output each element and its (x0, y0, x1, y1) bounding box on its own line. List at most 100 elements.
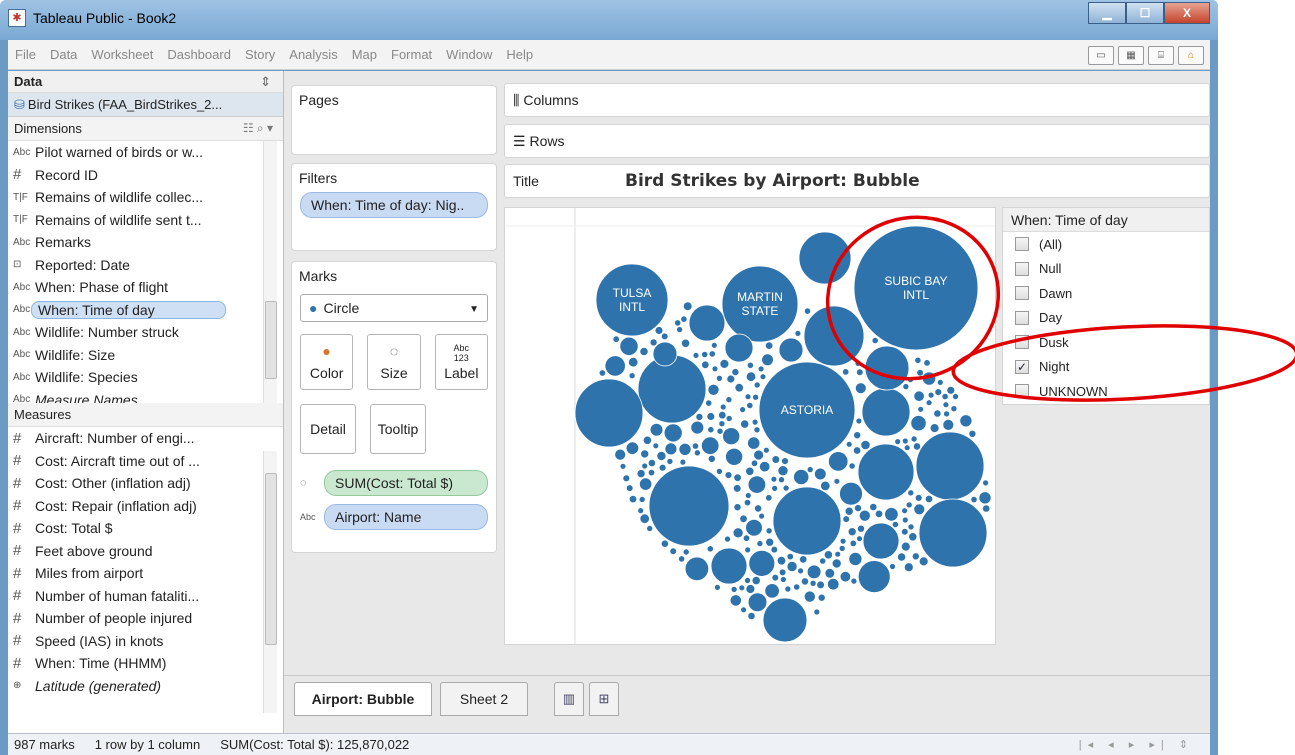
menu-story[interactable]: Story (238, 47, 282, 62)
filter-option[interactable]: UNKNOWN (1003, 379, 1209, 404)
bubble[interactable] (708, 350, 716, 358)
bubble[interactable] (910, 415, 927, 432)
bubble[interactable] (770, 475, 778, 483)
bubble[interactable] (855, 368, 864, 377)
bubble[interactable] (748, 549, 776, 577)
bubble[interactable] (706, 545, 714, 553)
bubble[interactable] (852, 446, 862, 455)
bubble[interactable] (733, 503, 742, 512)
bubble[interactable] (914, 493, 923, 502)
bubble[interactable] (638, 495, 646, 503)
checkbox[interactable]: ✓ (1015, 359, 1029, 374)
bubble[interactable] (719, 403, 727, 411)
field-item[interactable]: ⊡ Reported: Date (8, 254, 283, 277)
datasource-icon[interactable]: ⌸ (1148, 46, 1174, 65)
bubble[interactable] (765, 494, 773, 502)
field-item[interactable]: # When: Time (HHMM) (8, 652, 283, 675)
bubble[interactable] (707, 426, 715, 434)
bubble[interactable] (660, 539, 669, 548)
minimize-button[interactable]: ▁ (1088, 2, 1126, 24)
bubble[interactable] (614, 448, 627, 461)
bubble[interactable] (778, 337, 804, 363)
bubble[interactable] (724, 333, 754, 363)
bubble[interactable] (743, 576, 751, 584)
field-item[interactable]: Abc Pilot warned of birds or w... (8, 141, 283, 164)
bubble[interactable] (844, 506, 854, 516)
field-item[interactable]: Abc Wildlife: Species (8, 366, 283, 389)
tab-airport-bubble[interactable]: Airport: Bubble (294, 682, 432, 716)
bubble[interactable] (838, 544, 846, 552)
bubble[interactable] (663, 423, 683, 443)
sort-arrows-icon[interactable]: ⇕ (260, 74, 271, 90)
bubble[interactable] (747, 436, 761, 450)
bubble[interactable] (786, 560, 798, 572)
bubble[interactable] (710, 341, 718, 349)
bubble[interactable] (649, 423, 664, 437)
bubble[interactable] (745, 584, 756, 594)
bubble[interactable] (848, 551, 863, 566)
bubble[interactable] (716, 427, 724, 435)
field-item[interactable]: T|F Remains of wildlife sent t... (8, 209, 283, 232)
bubble[interactable] (970, 495, 978, 504)
bubble[interactable] (705, 399, 713, 407)
bubble[interactable] (907, 489, 915, 497)
bubble[interactable] (896, 552, 907, 562)
bubble[interactable] (688, 304, 726, 342)
bubble[interactable] (604, 355, 626, 377)
bubble[interactable] (725, 396, 733, 404)
checkbox[interactable] (1015, 237, 1029, 252)
bubble[interactable] (759, 373, 767, 381)
field-item[interactable]: # Aircraft: Number of engi... (8, 427, 283, 450)
bubble[interactable] (982, 504, 991, 513)
field-item[interactable]: # Cost: Repair (inflation adj) (8, 495, 283, 518)
columns-shelf[interactable]: ⫼ Columns (504, 83, 1210, 117)
bubble[interactable] (803, 590, 816, 603)
bubble[interactable] (639, 346, 649, 357)
bubble[interactable] (762, 597, 808, 643)
filter-option[interactable]: Null (1003, 257, 1209, 282)
bubble[interactable] (691, 442, 700, 450)
new-dashboard-icon[interactable]: ⊞ (589, 682, 619, 716)
bubble[interactable] (761, 353, 774, 367)
close-button[interactable]: X (1164, 2, 1210, 24)
bubble[interactable] (905, 501, 913, 509)
checkbox[interactable] (1015, 384, 1029, 399)
bubble[interactable] (628, 372, 636, 380)
bubble[interactable] (753, 449, 765, 461)
bubble[interactable] (942, 401, 950, 409)
bubble[interactable] (813, 608, 821, 616)
bubble[interactable] (786, 552, 794, 561)
bubble[interactable] (690, 420, 705, 435)
menu-dashboard[interactable]: Dashboard (160, 47, 238, 62)
bubble[interactable] (666, 457, 674, 465)
bubble[interactable] (729, 594, 742, 607)
bubble[interactable] (706, 412, 716, 421)
bubble[interactable] (678, 555, 686, 563)
bubble[interactable] (757, 365, 765, 373)
bubble[interactable] (642, 435, 652, 445)
bubble[interactable] (612, 335, 620, 343)
bubble[interactable] (781, 457, 789, 466)
bubble[interactable] (753, 381, 761, 389)
bubble[interactable] (869, 502, 878, 512)
tab-sheet-2[interactable]: Sheet 2 (440, 682, 528, 716)
bubble[interactable] (684, 556, 710, 582)
bubble[interactable] (913, 503, 926, 516)
bubble[interactable] (834, 550, 842, 558)
field-item[interactable]: # Cost: Total $ (8, 517, 283, 540)
bubble[interactable] (739, 514, 748, 523)
bubble[interactable] (901, 516, 909, 524)
bubble[interactable] (827, 578, 840, 591)
bubble[interactable] (793, 468, 810, 486)
bubble[interactable] (658, 463, 667, 472)
bubble[interactable] (648, 465, 730, 547)
dimensions-scrollbar[interactable] (263, 141, 277, 403)
bubble[interactable] (652, 442, 660, 450)
bubble[interactable] (681, 338, 691, 348)
bubble[interactable] (764, 583, 780, 599)
filter-pill-time-of-day[interactable]: When: Time of day: Nig.. (300, 192, 488, 218)
bubble[interactable] (664, 442, 678, 456)
bubble[interactable] (914, 356, 922, 364)
title-bar[interactable]: ✱ Tableau Public - Book2 ▁ ☐ X (0, 0, 1218, 40)
bubble[interactable] (744, 393, 752, 401)
